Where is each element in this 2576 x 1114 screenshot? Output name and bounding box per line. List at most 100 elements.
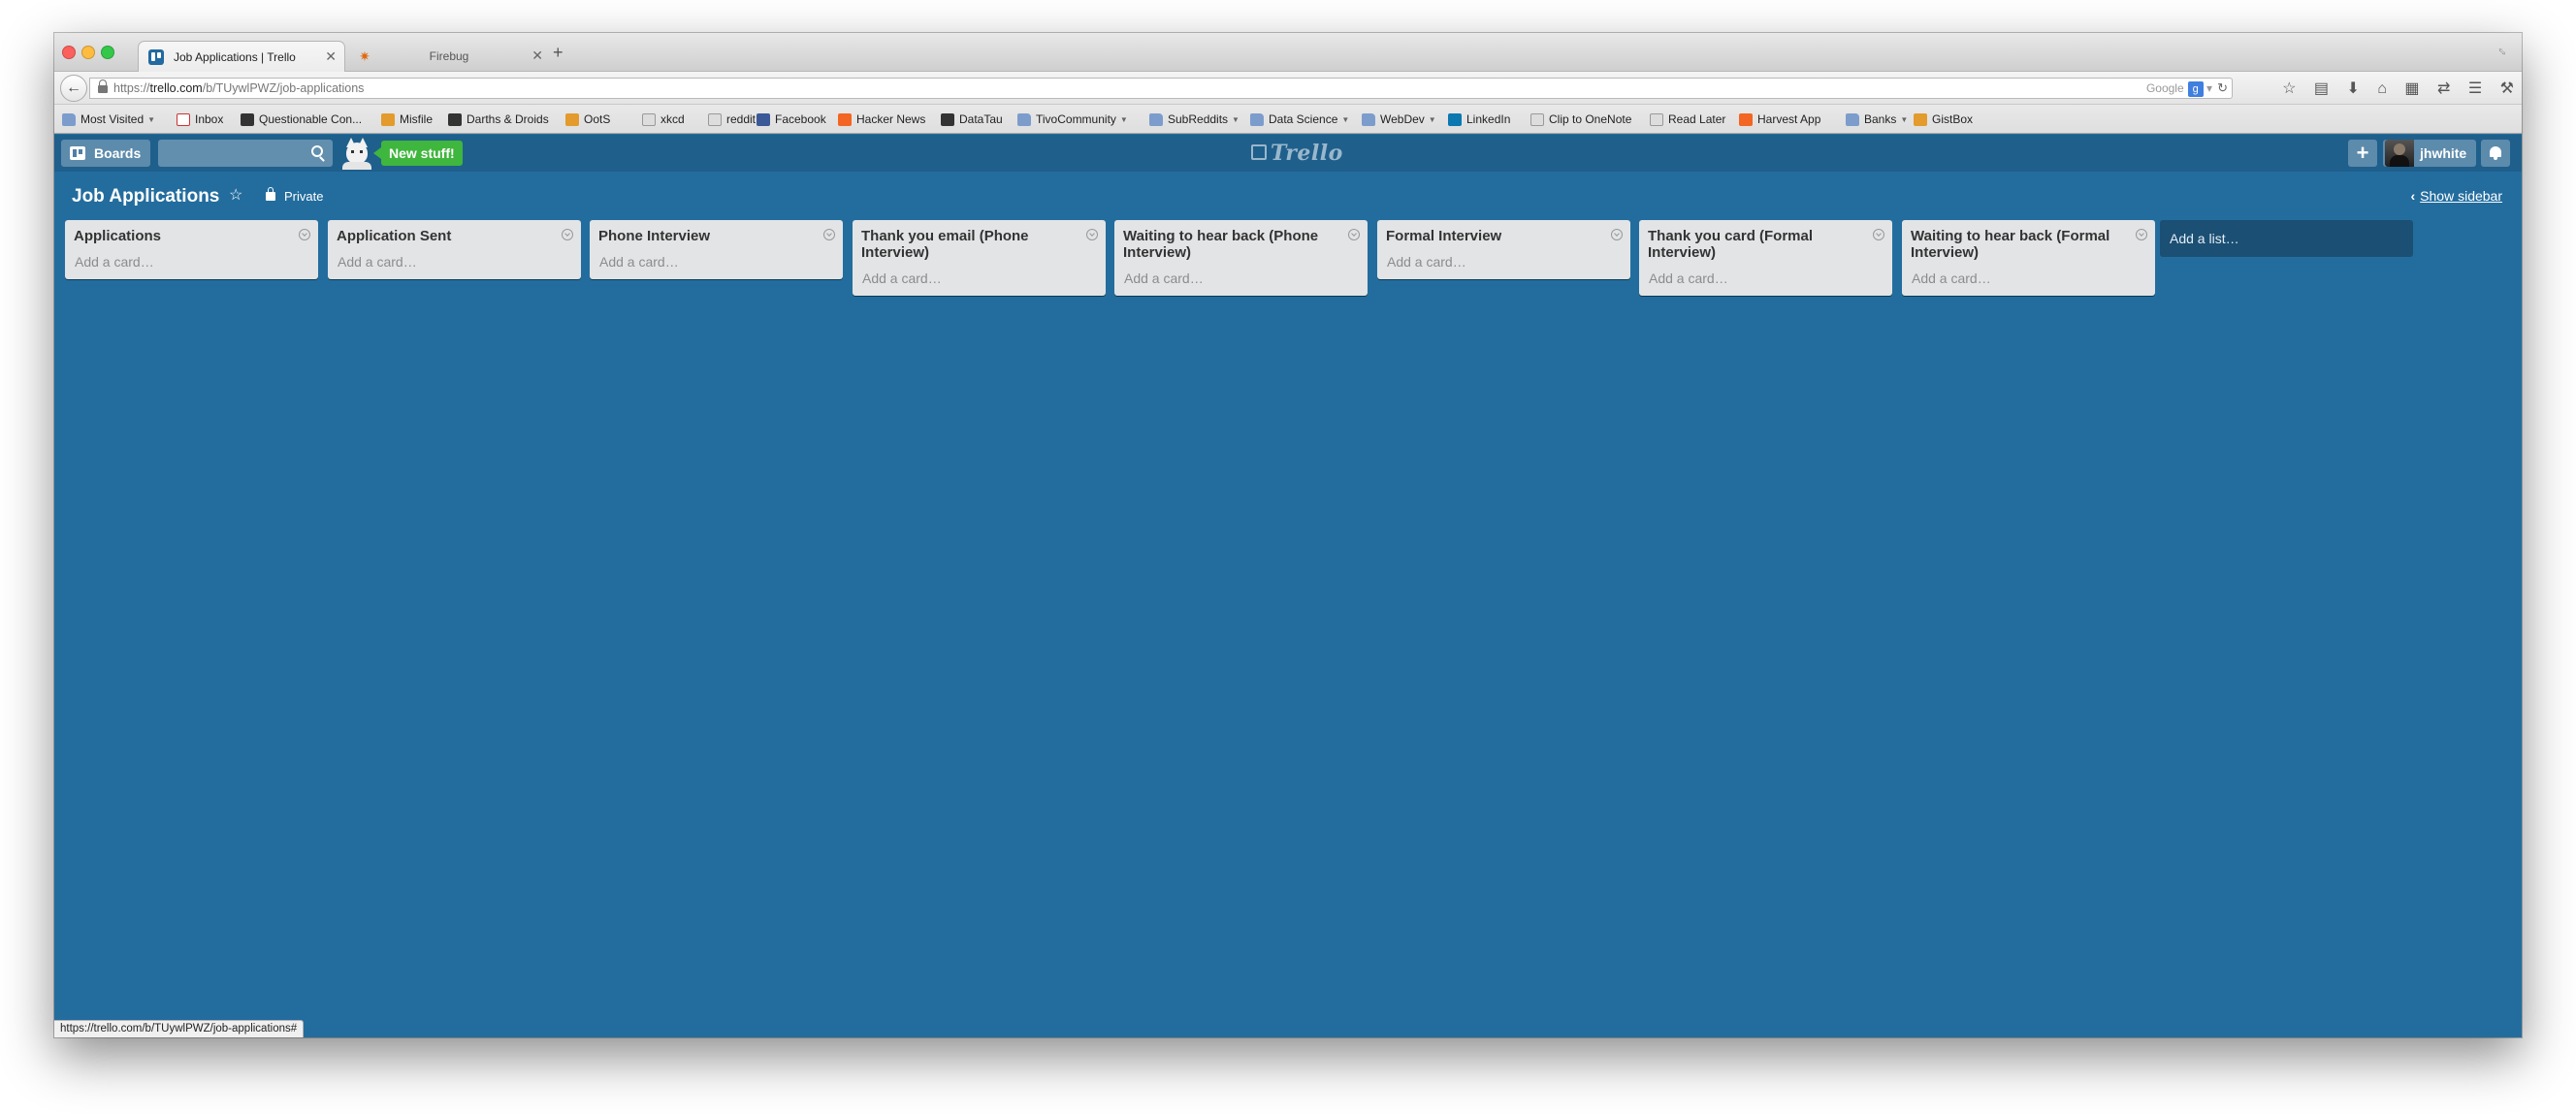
bookmark-item[interactable]: DataTau	[941, 112, 1003, 126]
tab-strip: Job Applications | Trello ✕ ✷ Firebug ✕ …	[54, 33, 2522, 72]
bookmark-item[interactable]: Read Later	[1650, 112, 1725, 126]
window-maximize-button[interactable]	[101, 46, 114, 59]
bookmark-item[interactable]: Inbox	[177, 112, 223, 126]
list-menu-icon[interactable]	[1086, 229, 1098, 240]
download-icon[interactable]: ⬇	[2346, 79, 2359, 98]
add-card-button[interactable]: Add a card…	[1639, 267, 1892, 296]
board-title[interactable]: Job Applications	[72, 186, 219, 207]
tab-close-icon[interactable]: ✕	[325, 48, 337, 65]
bookmark-item[interactable]: Misfile	[381, 112, 433, 126]
add-card-button[interactable]: Add a card…	[1114, 267, 1368, 296]
bookmark-item[interactable]: Darths & Droids	[448, 112, 549, 126]
bookmark-star-icon[interactable]: ☆	[2282, 79, 2296, 98]
search-icon[interactable]	[311, 145, 323, 157]
notifications-button[interactable]	[2481, 140, 2510, 167]
list-menu-icon[interactable]	[1611, 229, 1623, 240]
list[interactable]: Formal Interview Add a card…	[1377, 220, 1630, 279]
bookmark-item[interactable]: TivoCommunity ▼	[1017, 112, 1128, 126]
add-list-button[interactable]: Add a list…	[2160, 220, 2413, 257]
list[interactable]: Waiting to hear back (Phone Interview) Ad…	[1114, 220, 1368, 296]
bookmark-item[interactable]: OotS	[565, 112, 610, 126]
add-card-button[interactable]: Add a card…	[328, 250, 581, 279]
list-title[interactable]: Thank you email (Phone Interview)	[853, 220, 1106, 267]
bookmark-item[interactable]: Most Visited ▼	[62, 112, 155, 126]
bookmark-label: SubReddits	[1168, 112, 1229, 126]
add-button[interactable]: +	[2348, 140, 2377, 167]
list-title[interactable]: Waiting to hear back (Formal Interview)	[1902, 220, 2155, 267]
list-menu-icon[interactable]	[1348, 229, 1360, 240]
list-menu-icon[interactable]	[1873, 229, 1884, 240]
bookmark-item[interactable]: Hacker News	[838, 112, 925, 126]
list-menu-icon[interactable]	[823, 229, 835, 240]
show-sidebar-link[interactable]: ‹ Show sidebar	[2411, 188, 2503, 204]
list-title[interactable]: Formal Interview	[1377, 220, 1630, 250]
member-menu-button[interactable]: jhwhite	[2383, 140, 2476, 167]
list-title[interactable]: Phone Interview	[590, 220, 843, 250]
add-card-button[interactable]: Add a card…	[590, 250, 843, 279]
list-menu-icon[interactable]	[562, 229, 573, 240]
bookmark-item[interactable]: GistBox	[1914, 112, 1973, 126]
url-text[interactable]: https://trello.com/b/TUywlPWZ/job-applic…	[113, 81, 364, 95]
list[interactable]: Thank you email (Phone Interview) Add a c…	[853, 220, 1106, 296]
list[interactable]: Phone Interview Add a card…	[590, 220, 843, 279]
bookmark-item[interactable]: reddit	[708, 112, 756, 126]
list[interactable]: Application Sent Add a card…	[328, 220, 581, 279]
bookmark-item[interactable]: LinkedIn	[1448, 112, 1510, 126]
favicon-icon	[642, 112, 656, 126]
tab-firebug[interactable]: ✷ Firebug ✕	[347, 41, 551, 72]
star-icon[interactable]: ☆	[229, 185, 242, 205]
developer-icon[interactable]: ⚒	[2500, 79, 2514, 98]
chevron-down-icon: ▼	[1119, 114, 1128, 124]
list-menu-icon[interactable]	[2136, 229, 2147, 240]
grid-icon[interactable]: ▦	[2404, 79, 2419, 98]
bookmark-item[interactable]: SubReddits ▼	[1149, 112, 1240, 126]
list-menu-icon[interactable]	[299, 229, 310, 240]
menu-icon[interactable]: ☰	[2468, 79, 2482, 98]
list-title[interactable]: Thank you card (Formal Interview)	[1639, 220, 1892, 267]
list-title[interactable]: Waiting to hear back (Phone Interview)	[1114, 220, 1368, 267]
favicon-icon	[708, 112, 722, 126]
window-minimize-button[interactable]	[81, 46, 95, 59]
url-bar[interactable]: https://trello.com/b/TUywlPWZ/job-applic…	[89, 78, 2233, 99]
add-card-button[interactable]: Add a card…	[853, 267, 1106, 296]
bookmark-item[interactable]: Clip to OneNote	[1530, 112, 1631, 126]
window-close-button[interactable]	[62, 46, 76, 59]
fullscreen-icon[interactable]: ⇔	[2493, 40, 2513, 60]
back-button[interactable]: ←	[60, 75, 87, 102]
tab-close-icon[interactable]: ✕	[531, 48, 543, 64]
reading-list-icon[interactable]: ▤	[2314, 79, 2329, 98]
add-card-button[interactable]: Add a card…	[65, 250, 318, 279]
add-card-button[interactable]: Add a card…	[1377, 250, 1630, 279]
new-tab-button[interactable]: +	[553, 43, 564, 63]
tab-trello[interactable]: Job Applications | Trello ✕	[138, 41, 345, 72]
tab-title: Firebug	[429, 49, 469, 63]
list-title[interactable]: Applications	[65, 220, 318, 250]
home-icon[interactable]: ⌂	[2377, 80, 2387, 98]
bookmark-item[interactable]: xkcd	[642, 112, 685, 126]
bookmark-item[interactable]: Data Science ▼	[1250, 112, 1349, 126]
bookmark-item[interactable]: Facebook	[757, 112, 826, 126]
trello-logo[interactable]: Trello	[1251, 141, 1343, 166]
folder-icon	[1250, 112, 1264, 126]
list[interactable]: Waiting to hear back (Formal Interview) A…	[1902, 220, 2155, 296]
bookmark-item[interactable]: Harvest App	[1739, 112, 1820, 126]
taco-mascot-icon[interactable]	[340, 137, 375, 170]
list[interactable]: Applications Add a card…	[65, 220, 318, 279]
add-card-button[interactable]: Add a card…	[1902, 267, 2155, 296]
favicon-icon	[565, 112, 579, 126]
sync-icon[interactable]: ⇄	[2437, 79, 2450, 98]
chevron-down-icon: ▼	[1428, 114, 1436, 124]
search-engine-selector[interactable]: Google g ▾	[2146, 81, 2212, 97]
boards-button[interactable]: Boards	[61, 140, 150, 167]
visibility-button[interactable]: Private	[266, 187, 323, 204]
list-title[interactable]: Application Sent	[328, 220, 581, 250]
search-input[interactable]	[158, 140, 333, 167]
new-stuff-button[interactable]: New stuff!	[373, 141, 463, 166]
bookmark-item[interactable]: Banks ▼	[1846, 112, 1908, 126]
reload-icon[interactable]: ↻	[2217, 80, 2228, 96]
favicon-icon	[241, 112, 254, 126]
bookmark-item[interactable]: WebDev ▼	[1362, 112, 1436, 126]
bookmark-item[interactable]: Questionable Con...	[241, 112, 362, 126]
bookmark-label: Inbox	[195, 112, 224, 126]
list[interactable]: Thank you card (Formal Interview) Add a c…	[1639, 220, 1892, 296]
